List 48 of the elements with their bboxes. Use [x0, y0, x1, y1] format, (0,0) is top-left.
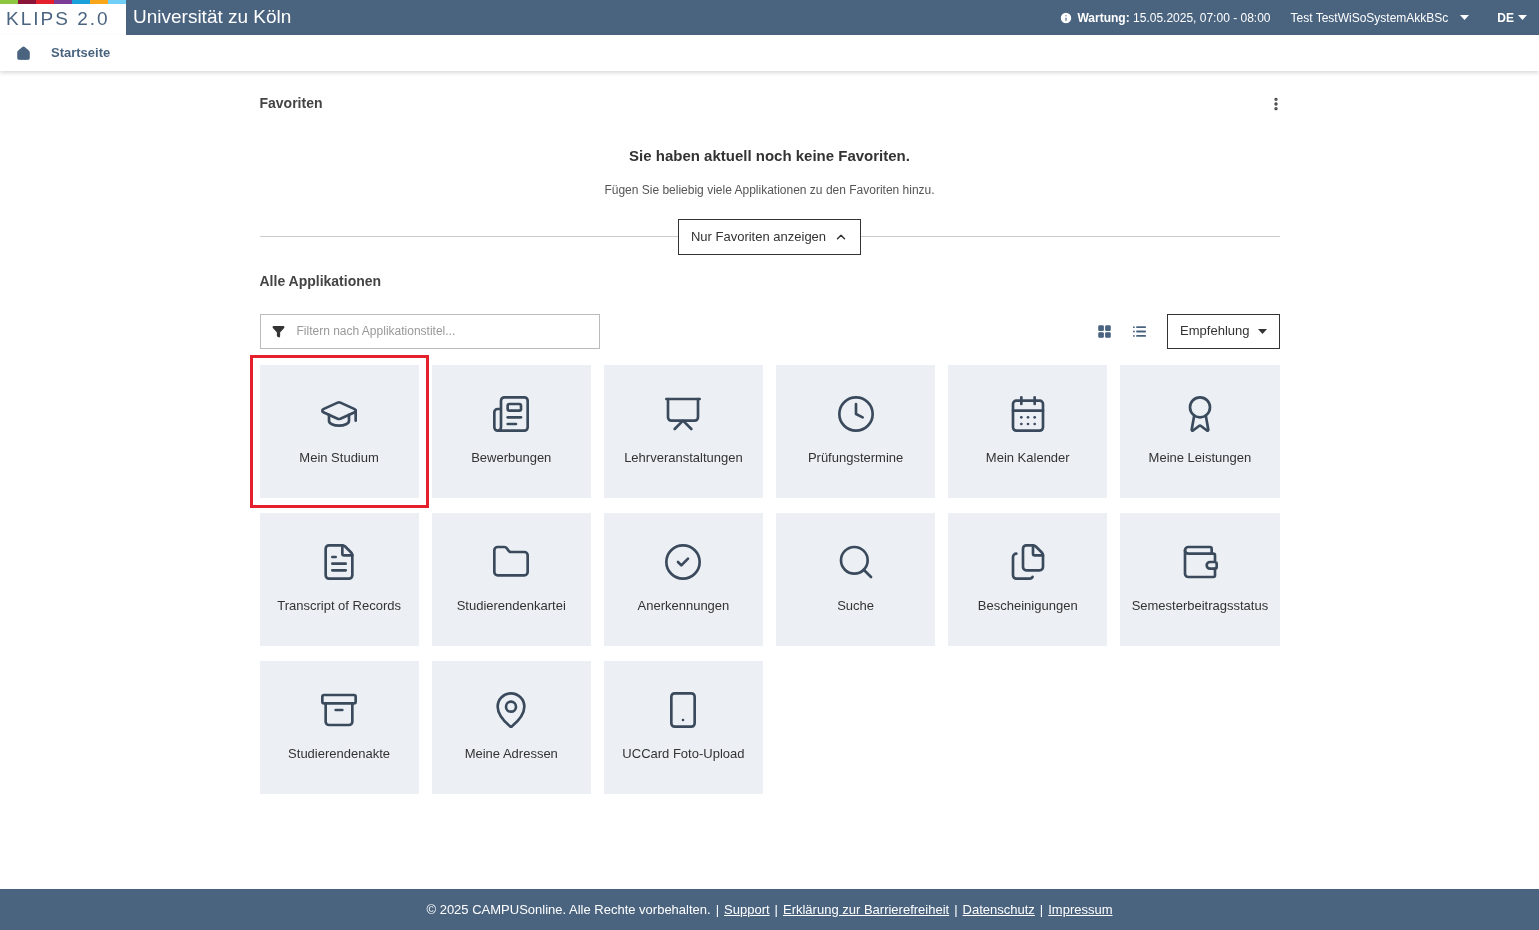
- caret-icon: [1257, 328, 1267, 334]
- separator: |: [954, 900, 958, 919]
- application-tile[interactable]: Mein Studium: [259, 364, 419, 498]
- clock-icon: [835, 394, 876, 435]
- favorites-toggle-button[interactable]: Nur Favoriten anzeigen: [677, 218, 862, 255]
- grid-view-icon[interactable]: [1097, 323, 1113, 339]
- application-tile[interactable]: Meine Leistungen: [1120, 364, 1280, 498]
- filter-icon: [271, 324, 285, 338]
- info-icon: [1059, 10, 1074, 25]
- application-tile[interactable]: Lehrveranstaltungen: [603, 364, 763, 498]
- application-tile[interactable]: Bescheinigungen: [948, 512, 1108, 646]
- filter-field[interactable]: Filtern nach Applikationstitel...: [259, 313, 600, 349]
- empty-text: Fügen Sie beliebig viele Applikationen zu den Favoriten hinzu.: [603, 181, 936, 199]
- application-tile[interactable]: Mein Kalender: [948, 364, 1108, 498]
- list-view-icon[interactable]: [1132, 323, 1148, 339]
- application-tile[interactable]: Transcript of Records: [259, 512, 419, 646]
- user-menu[interactable]: Test TestWiSoSystemAkkBSc: [1290, 8, 1470, 27]
- check-circle-icon: [663, 542, 704, 583]
- footer-link[interactable]: Impressum: [1048, 899, 1113, 920]
- university-title: Universität zu Köln: [133, 5, 292, 30]
- application-tile[interactable]: UCCard Foto-Upload: [603, 660, 763, 794]
- application-tile[interactable]: Meine Adressen: [431, 660, 591, 794]
- caret-icon: [1518, 15, 1527, 20]
- footer-link[interactable]: Erklärung zur Barrierefreiheit: [783, 899, 950, 920]
- application-tile[interactable]: Prüfungstermine: [776, 364, 936, 498]
- sort-dropdown[interactable]: Empfehlung: [1167, 313, 1280, 349]
- application-tile[interactable]: Studierendenkartei: [431, 512, 591, 646]
- home-icon[interactable]: [16, 45, 31, 61]
- copyright-text: © 2025 CAMPUSonline. Alle Rechte vorbehalten.: [426, 900, 711, 919]
- section-title: Alle Applikationen: [259, 271, 383, 291]
- footer-link[interactable]: Datenschutz: [962, 899, 1035, 920]
- application-tile[interactable]: Bewerbungen: [431, 364, 591, 498]
- footer-link[interactable]: Support: [724, 899, 770, 920]
- newspaper-icon: [491, 394, 532, 435]
- separator: |: [715, 900, 720, 919]
- logo: KLIPS 2.0: [0, 0, 126, 35]
- breadcrumb-link[interactable]: Startseite: [51, 43, 111, 63]
- separator: |: [1039, 900, 1044, 919]
- language-menu[interactable]: DE: [1497, 8, 1527, 27]
- application-tile[interactable]: Semesterbeitragsstatus: [1120, 512, 1280, 646]
- application-tile[interactable]: Suche: [776, 512, 936, 646]
- empty-title: Sie haben aktuell noch keine Favoriten.: [628, 146, 911, 166]
- maintenance-notice: Wartung: 15.05.2025, 07:00 - 08:00: [1077, 9, 1271, 27]
- application-tile[interactable]: Studierendenakte: [259, 660, 419, 794]
- caret-icon: [1460, 15, 1470, 20]
- application-tile[interactable]: Anerkennungen: [603, 512, 763, 646]
- section-title: Favoriten: [259, 94, 323, 113]
- separator: |: [774, 900, 778, 919]
